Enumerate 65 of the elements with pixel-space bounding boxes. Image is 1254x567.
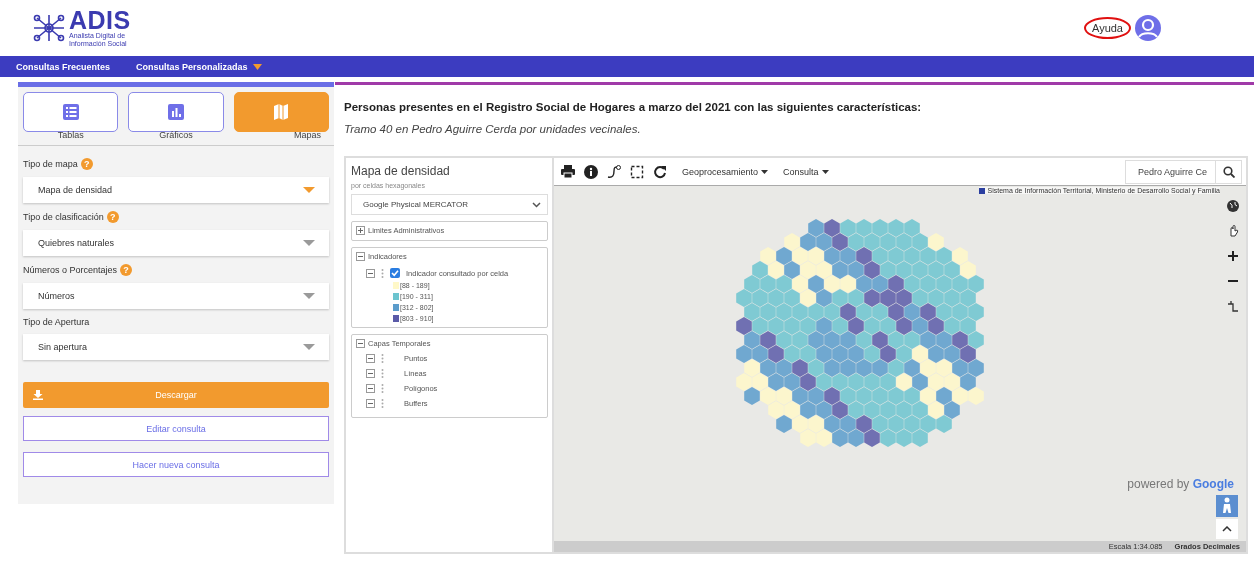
- collapse-icon[interactable]: [366, 369, 375, 378]
- collapse-icon[interactable]: [366, 354, 375, 363]
- map-icon: [273, 104, 290, 120]
- search-icon: [1222, 165, 1235, 178]
- select-field[interactable]: Mapa de densidad: [23, 177, 329, 203]
- checkbox[interactable]: [390, 268, 400, 278]
- field-label: Números o Porcentajes: [23, 265, 118, 275]
- tab-label: Tablas: [57, 130, 84, 140]
- table-icon: [62, 104, 79, 120]
- field-label: Tipo de Apertura: [23, 317, 90, 327]
- printer-icon[interactable]: [561, 164, 575, 179]
- collapse-icon[interactable]: [356, 252, 365, 261]
- query-subtitle: Tramo 40 en Pedro Aguirre Cerda por unidades vecinales.: [344, 123, 642, 135]
- zoom-in-icon[interactable]: [1227, 250, 1239, 262]
- logo-title: ADIS: [69, 8, 132, 32]
- select-field[interactable]: Números: [23, 283, 329, 309]
- view-tab[interactable]: [128, 92, 224, 132]
- tab-label: Gráficos: [159, 130, 193, 140]
- chevron-down-icon: [532, 201, 541, 208]
- chart-icon: [168, 104, 184, 120]
- basemap-select[interactable]: Google Physical MERCATOR: [351, 194, 548, 215]
- info-icon[interactable]: [584, 164, 598, 179]
- hand-icon[interactable]: [1227, 225, 1239, 237]
- select-field[interactable]: Sin apertura: [23, 334, 329, 360]
- collapse-icon[interactable]: [356, 339, 365, 348]
- caret-icon: [252, 63, 262, 70]
- globe-icon[interactable]: [1227, 200, 1239, 212]
- nav-menu-item[interactable]: Consultas Personalizadas: [136, 61, 262, 72]
- drag-handle-icon[interactable]: [381, 384, 384, 393]
- toolbar-menu[interactable]: Consulta: [783, 166, 829, 177]
- view-tab[interactable]: [23, 92, 119, 132]
- help-link[interactable]: Ayuda: [1084, 17, 1131, 39]
- action-button[interactable]: Editar consulta: [23, 416, 329, 441]
- drag-handle-icon[interactable]: [381, 399, 384, 408]
- select-field[interactable]: Quiebres naturales: [23, 230, 329, 256]
- refresh-icon[interactable]: [653, 164, 667, 179]
- collapse-icon[interactable]: [366, 384, 375, 393]
- nav-menu-item[interactable]: Consultas Frecuentes: [16, 61, 111, 72]
- tab-label: Mapas: [293, 130, 321, 140]
- drag-handle-icon[interactable]: [381, 268, 384, 278]
- caret-icon: [821, 169, 829, 174]
- toolbar-menu[interactable]: Geoprocesamiento: [682, 166, 769, 177]
- expand-icon[interactable]: [356, 226, 365, 235]
- selection-rectangle-icon[interactable]: [630, 164, 644, 179]
- field-label: Tipo de mapa: [23, 159, 78, 169]
- collapse-icon[interactable]: [366, 399, 375, 408]
- drag-handle-icon[interactable]: [381, 369, 384, 378]
- download-icon: [33, 390, 43, 400]
- query-title: Personas presentes en el Registro Social de Hogares a marzo del 2021 con las siguientes características:: [344, 101, 923, 113]
- search-button[interactable]: [1215, 159, 1242, 184]
- panel-title: Mapa de densidad: [351, 164, 451, 178]
- scroll-up-button[interactable]: [1216, 519, 1238, 539]
- collapse-icon[interactable]: [366, 268, 375, 278]
- field-label: Tipo de clasificación: [23, 212, 104, 222]
- network-logo-icon: [32, 13, 66, 43]
- user-avatar-icon[interactable]: [1135, 15, 1161, 41]
- action-button[interactable]: Hacer nueva consulta: [23, 452, 329, 477]
- caret-icon: [761, 169, 769, 174]
- route-icon[interactable]: [607, 164, 621, 179]
- corner-arrow-icon[interactable]: [1227, 300, 1239, 312]
- pegman-icon[interactable]: [1216, 495, 1238, 517]
- search-field[interactable]: Pedro Aguirre Ce: [1125, 159, 1215, 184]
- powered-by-text: powered by Google: [1127, 477, 1234, 491]
- chevron-up-icon: [1222, 526, 1232, 532]
- drag-handle-icon[interactable]: [381, 354, 384, 363]
